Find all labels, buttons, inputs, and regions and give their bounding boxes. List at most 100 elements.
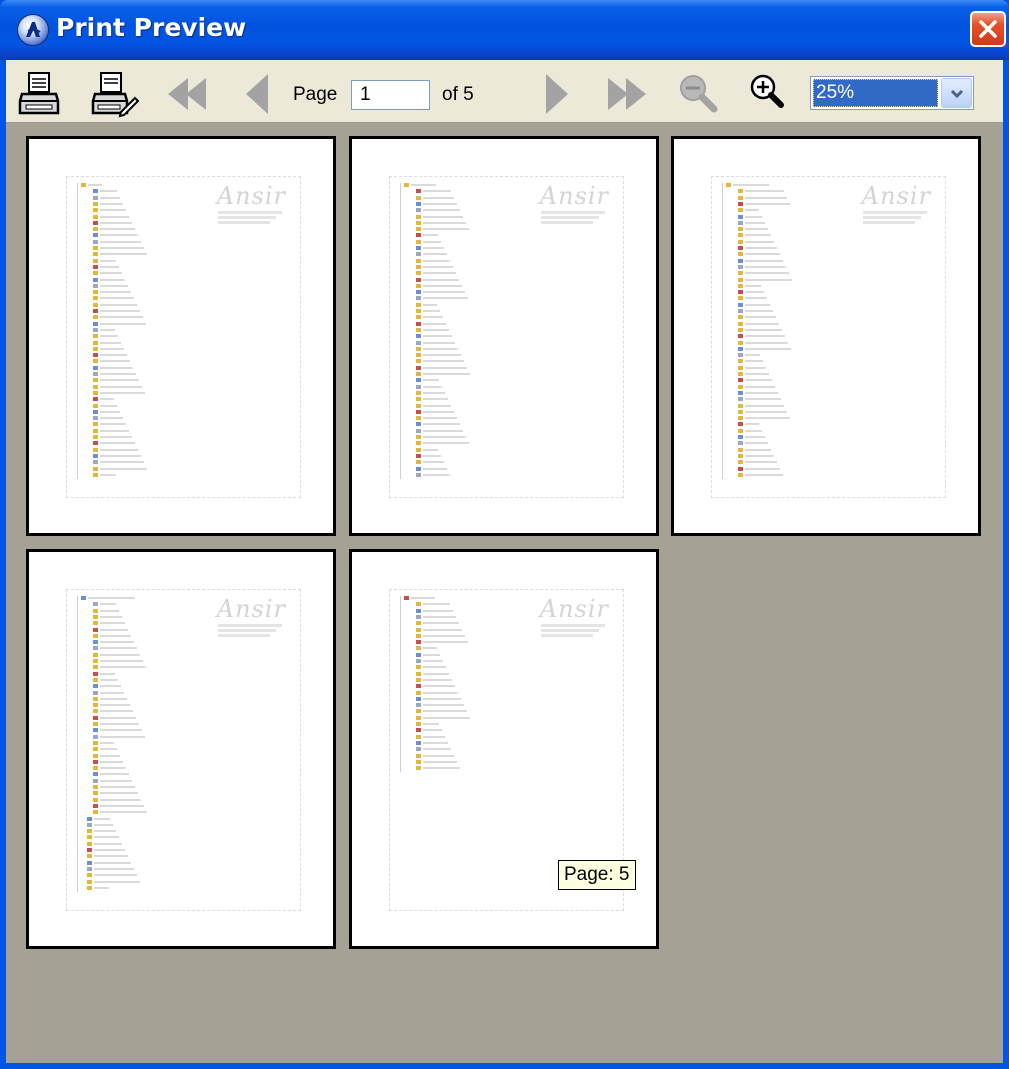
tree-node-icon <box>93 766 98 771</box>
tree-node-label <box>745 379 772 382</box>
tree-node-label <box>100 804 144 807</box>
tree-node-icon <box>416 239 421 244</box>
tree-node-icon <box>93 797 98 802</box>
tree-node-icon <box>87 885 92 890</box>
tree-rail <box>400 596 401 773</box>
tree-node-label <box>423 221 466 224</box>
watermark-line <box>541 634 593 637</box>
tree-node-label <box>423 259 450 262</box>
page-content: Ansir <box>66 176 301 498</box>
tree-node-icon <box>93 208 98 213</box>
tree-node-label <box>100 622 125 625</box>
tree-node-icon <box>416 378 421 383</box>
tree-node-icon <box>93 201 98 206</box>
tree-node-icon <box>738 334 743 339</box>
previous-page-button[interactable] <box>234 70 282 118</box>
tree-node-label <box>745 278 792 281</box>
last-page-button[interactable] <box>602 70 650 118</box>
watermark-line <box>218 624 282 627</box>
tree-node-label <box>100 609 119 612</box>
tree-node-icon <box>416 652 421 657</box>
zoom-out-button[interactable] <box>674 70 722 118</box>
title-bar[interactable]: Print Preview <box>0 0 1009 60</box>
close-button[interactable] <box>970 11 1006 47</box>
tree-node-icon <box>93 633 98 638</box>
watermark-line <box>863 216 921 219</box>
tree-node-label <box>100 196 120 199</box>
tree-node-label <box>423 335 452 338</box>
tree-node-icon <box>738 359 743 364</box>
tree-node-label <box>745 247 777 249</box>
tree-node-label <box>100 265 119 268</box>
tree-node-label <box>423 423 460 426</box>
tree-node-icon <box>416 321 421 326</box>
tree-node-label <box>745 366 766 369</box>
first-page-button[interactable] <box>164 70 212 118</box>
page-number-input[interactable] <box>351 80 430 110</box>
tree-node-label <box>94 867 134 870</box>
page-tooltip: Page: 5 <box>558 860 636 890</box>
watermark-text: Ansir <box>539 595 609 623</box>
tree-node-label <box>745 461 777 464</box>
tree-node-label <box>423 697 461 700</box>
tree-node-label <box>423 666 446 669</box>
tree-node-label <box>423 228 469 231</box>
zoom-select[interactable]: 25% <box>810 76 974 110</box>
tree-node-label <box>100 467 147 470</box>
print-setup-button[interactable] <box>91 70 139 118</box>
zoom-in-button[interactable] <box>744 70 792 118</box>
tree-node-label <box>745 391 778 394</box>
tree-node-label <box>100 335 118 338</box>
tree-node-label <box>100 366 133 369</box>
print-button[interactable] <box>17 70 65 118</box>
tree-node-icon <box>738 460 743 465</box>
tree-node-icon <box>416 201 421 206</box>
tree-node-icon <box>738 277 743 282</box>
tree-node-icon <box>87 816 92 821</box>
tree-node-label <box>100 704 130 707</box>
print-preview-window: Print Preview Page 1 of 5 25% Ansir Ansi… <box>0 0 1009 1069</box>
tree-node-icon <box>416 722 421 726</box>
page-thumbnail-1[interactable]: Ansir <box>26 136 336 536</box>
tree-node-label <box>100 678 118 681</box>
tree-node-label <box>423 410 454 413</box>
tree-node-label <box>733 184 769 186</box>
tree-node-icon <box>93 810 98 815</box>
zoom-dropdown-button[interactable] <box>941 78 972 108</box>
tree-node-icon <box>416 684 421 689</box>
watermark-line <box>541 221 593 224</box>
watermark-text: Ansir <box>216 182 286 210</box>
tree-node-label <box>423 366 467 369</box>
tree-node-icon <box>738 290 743 295</box>
tree-node-icon <box>416 365 421 370</box>
tree-node-label <box>100 792 138 795</box>
tree-node-icon <box>416 677 421 682</box>
tree-node-icon <box>93 652 98 657</box>
page-thumbnail-3[interactable]: Ansir <box>671 136 981 536</box>
tree-node-label <box>745 291 764 294</box>
tree-node-icon <box>93 614 98 619</box>
tree-node-label <box>423 704 464 707</box>
page-thumbnail-2[interactable]: Ansir <box>349 136 659 536</box>
tree-node-icon <box>93 359 98 364</box>
tree-node-icon <box>93 435 98 439</box>
page-thumbnail-4[interactable]: Ansir <box>26 549 336 949</box>
tree-node-label <box>100 454 141 457</box>
next-page-button[interactable] <box>532 70 580 118</box>
tree-node-icon <box>93 296 98 301</box>
tree-node-icon <box>93 791 98 796</box>
tree-node-icon <box>404 596 409 600</box>
tree-node-label <box>100 341 121 344</box>
tree-node-label <box>88 597 135 599</box>
tree-node-icon <box>738 403 743 408</box>
tree-node-label <box>423 741 448 744</box>
tree-node-icon <box>93 227 98 232</box>
tree-node-icon <box>738 246 743 250</box>
page-label: Page <box>293 84 338 105</box>
tree-node-icon <box>738 321 743 326</box>
tree-node-label <box>100 429 129 432</box>
tree-node-icon <box>416 715 421 720</box>
tree-node-icon <box>738 201 743 206</box>
tree-node-label <box>100 603 116 606</box>
watermark-line <box>863 211 927 214</box>
